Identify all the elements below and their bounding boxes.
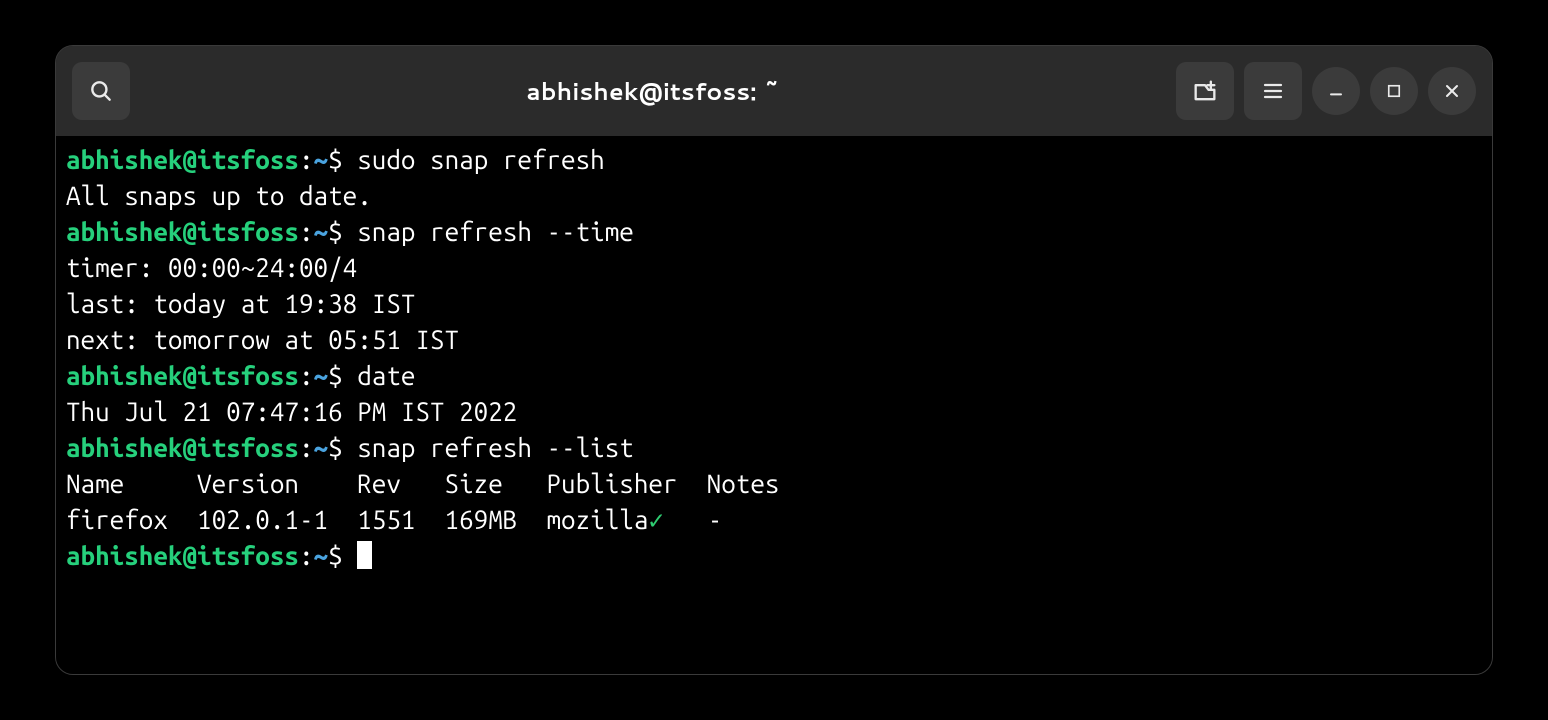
hamburger-menu-icon bbox=[1261, 79, 1285, 103]
table-row: firefox 102.0.1-1 1551 169MB mozilla✓ - bbox=[66, 505, 722, 534]
prompt-line: abhishek@itsfoss:~$ snap refresh --list bbox=[66, 433, 634, 462]
prompt-line: abhishek@itsfoss:~$ bbox=[66, 541, 372, 570]
new-tab-button[interactable] bbox=[1176, 62, 1234, 120]
search-button[interactable] bbox=[72, 62, 130, 120]
minimize-button[interactable] bbox=[1312, 67, 1360, 115]
maximize-icon bbox=[1385, 82, 1403, 100]
menu-button[interactable] bbox=[1244, 62, 1302, 120]
terminal-output[interactable]: abhishek@itsfoss:~$ sudo snap refresh Al… bbox=[56, 136, 1492, 674]
prompt-line: abhishek@itsfoss:~$ sudo snap refresh bbox=[66, 145, 605, 174]
prompt-path: ~ bbox=[314, 145, 329, 174]
close-icon bbox=[1442, 81, 1462, 101]
prompt-line: abhishek@itsfoss:~$ snap refresh --time bbox=[66, 217, 634, 246]
verified-check-icon: ✓ bbox=[648, 505, 664, 534]
table-header: Name Version Rev Size Publisher Notes bbox=[66, 469, 779, 498]
command-text: date bbox=[357, 361, 415, 390]
maximize-button[interactable] bbox=[1370, 67, 1418, 115]
output-line: next: tomorrow at 05:51 IST bbox=[66, 325, 459, 354]
minimize-icon bbox=[1326, 81, 1346, 101]
output-line: Thu Jul 21 07:47:16 PM IST 2022 bbox=[66, 397, 517, 426]
search-icon bbox=[88, 78, 114, 104]
output-line: timer: 00:00~24:00/4 bbox=[66, 253, 357, 282]
prompt-line: abhishek@itsfoss:~$ date bbox=[66, 361, 415, 390]
output-line: All snaps up to date. bbox=[66, 181, 372, 210]
command-text: snap refresh --time bbox=[357, 217, 634, 246]
new-tab-icon bbox=[1191, 77, 1219, 105]
prompt-user: abhishek@itsfoss bbox=[66, 145, 299, 174]
window-title: abhishek@itsfoss: ~ bbox=[130, 74, 1176, 108]
cursor bbox=[357, 541, 372, 569]
titlebar: abhishek@itsfoss: ~ bbox=[56, 46, 1492, 136]
terminal-window: abhishek@itsfoss: ~ bbox=[55, 45, 1493, 675]
command-text: sudo snap refresh bbox=[357, 145, 605, 174]
output-line: last: today at 19:38 IST bbox=[66, 289, 415, 318]
close-button[interactable] bbox=[1428, 67, 1476, 115]
command-text: snap refresh --list bbox=[357, 433, 634, 462]
